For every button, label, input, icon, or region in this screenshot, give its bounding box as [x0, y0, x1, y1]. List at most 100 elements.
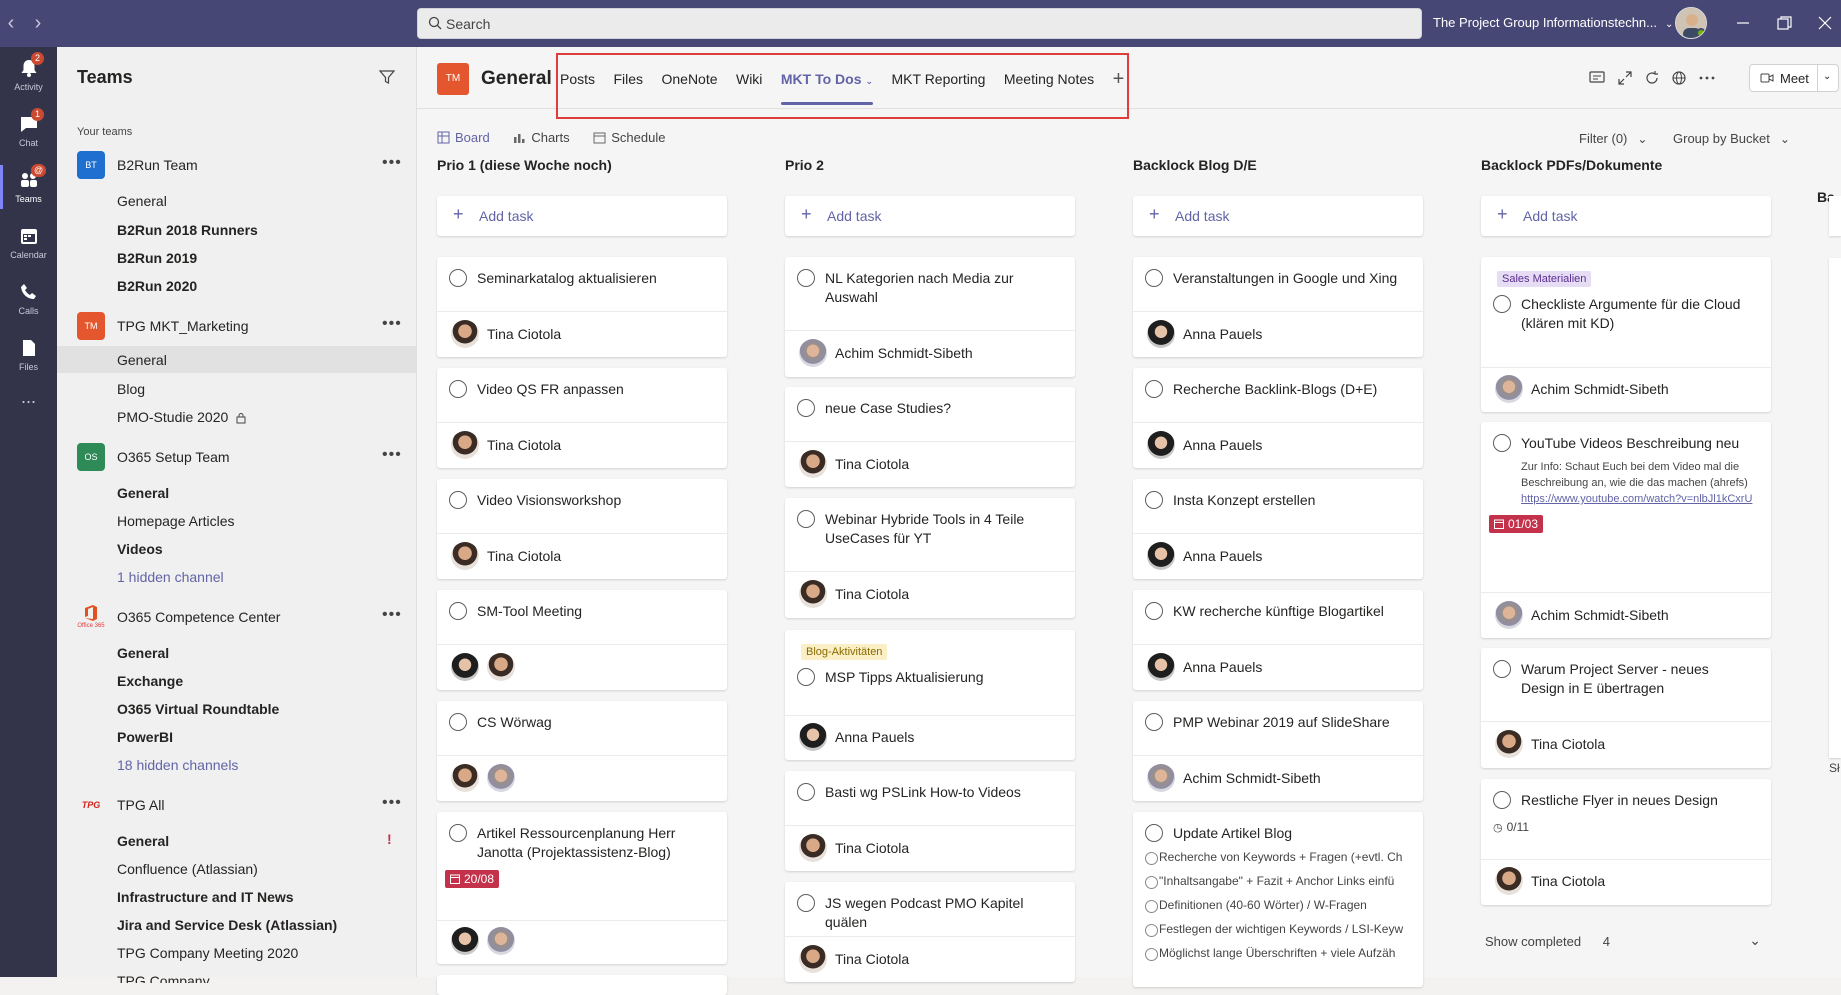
channel-item[interactable]: General: [117, 833, 169, 849]
rail-calls[interactable]: Calls: [0, 271, 57, 327]
complete-task-checkbox[interactable]: [449, 491, 467, 509]
partial-task-card[interactable]: [1829, 258, 1841, 758]
channel-item[interactable]: PMO-Studie 2020: [117, 409, 246, 425]
channel-item[interactable]: General: [117, 485, 169, 501]
task-card[interactable]: [437, 975, 727, 995]
team-o365-setup[interactable]: OS O365 Setup Team •••: [57, 440, 417, 471]
channel-item[interactable]: Blog: [117, 381, 145, 397]
task-card[interactable]: YouTube Videos Beschreibung neu Zur Info…: [1481, 422, 1771, 638]
complete-task-checkbox[interactable]: [1145, 269, 1163, 287]
task-card[interactable]: Basti wg PSLink How-to Videos Tina Cioto…: [785, 771, 1075, 871]
complete-task-checkbox[interactable]: [797, 668, 815, 686]
checklist-item[interactable]: "Inhaltsangabe" + Fazit + Anchor Links e…: [1133, 871, 1423, 895]
task-card[interactable]: Video QS FR anpassen Tina Ciotola: [437, 368, 727, 468]
rail-chat[interactable]: 1 Chat: [0, 103, 57, 159]
more-options-icon[interactable]: •••: [382, 794, 402, 812]
channel-item[interactable]: B2Run 2020: [117, 278, 197, 294]
complete-task-checkbox[interactable]: [1145, 491, 1163, 509]
filter-dropdown[interactable]: Filter (0) ⌄: [1579, 131, 1647, 146]
complete-task-checkbox[interactable]: [1145, 713, 1163, 731]
more-options-icon[interactable]: •••: [382, 606, 402, 624]
checklist-item[interactable]: Möglichst lange Überschriften + viele Au…: [1133, 943, 1423, 967]
channel-item[interactable]: O365 Virtual Roundtable: [117, 701, 279, 717]
view-charts[interactable]: Charts: [513, 130, 570, 145]
task-card[interactable]: Recherche Backlink-Blogs (D+E) Anna Paue…: [1133, 368, 1423, 468]
task-card[interactable]: Insta Konzept erstellen Anna Pauels: [1133, 479, 1423, 579]
complete-task-checkbox[interactable]: [449, 269, 467, 287]
forward-arrow-icon[interactable]: ›: [27, 12, 49, 34]
task-card[interactable]: Video Visionsworkshop Tina Ciotola: [437, 479, 727, 579]
more-options-icon[interactable]: [1697, 68, 1717, 88]
team-o365-competence[interactable]: Office 365 O365 Competence Center •••: [57, 600, 417, 630]
team-b2run[interactable]: BT B2Run Team •••: [57, 148, 417, 179]
filter-icon[interactable]: [379, 69, 395, 85]
conversation-icon[interactable]: [1587, 68, 1607, 88]
team-tpg-mkt[interactable]: TM TPG MKT_Marketing •••: [57, 309, 417, 340]
task-card[interactable]: SM-Tool Meeting: [437, 590, 727, 690]
complete-task-checkbox[interactable]: [797, 399, 815, 417]
channel-item[interactable]: TPG Company: [117, 973, 210, 983]
checklist-checkbox[interactable]: [1145, 876, 1158, 889]
task-card[interactable]: Sales Materialien Checkliste Argumente f…: [1481, 257, 1771, 412]
complete-task-checkbox[interactable]: [449, 824, 467, 842]
checklist-item[interactable]: Festlegen der wichtigen Keywords / LSI-K…: [1133, 919, 1423, 943]
note-link[interactable]: https://www.youtube.com/watch?v=nlbJl1kC…: [1521, 491, 1755, 507]
hidden-channels-link[interactable]: 18 hidden channels: [117, 757, 238, 773]
complete-task-checkbox[interactable]: [1493, 660, 1511, 678]
back-arrow-icon[interactable]: ‹: [0, 12, 22, 34]
task-card[interactable]: Restliche Flyer in neues Design ◷ 0/11 Ti…: [1481, 779, 1771, 905]
complete-task-checkbox[interactable]: [449, 380, 467, 398]
channel-item[interactable]: PowerBI: [117, 729, 173, 745]
task-card[interactable]: NL Kategorien nach Media zur Auswahl Ach…: [785, 257, 1075, 377]
task-card[interactable]: Veranstaltungen in Google und Xing Anna …: [1133, 257, 1423, 357]
view-schedule[interactable]: Schedule: [593, 130, 665, 145]
channel-item[interactable]: Confluence (Atlassian): [117, 861, 258, 877]
rail-files[interactable]: Files: [0, 327, 57, 383]
add-task-button[interactable]: + Add task: [437, 196, 727, 236]
add-task-button[interactable]: + Add task: [1481, 196, 1771, 236]
complete-task-checkbox[interactable]: [1493, 791, 1511, 809]
task-card[interactable]: neue Case Studies? Tina Ciotola: [785, 387, 1075, 487]
search-box[interactable]: Search: [417, 8, 1422, 39]
rail-activity[interactable]: 2 Activity: [0, 47, 57, 103]
complete-task-checkbox[interactable]: [797, 269, 815, 287]
checklist-checkbox[interactable]: [1145, 948, 1158, 961]
channel-item[interactable]: Exchange: [117, 673, 183, 689]
task-card[interactable]: PMP Webinar 2019 auf SlideShare Achim Sc…: [1133, 701, 1423, 801]
complete-task-checkbox[interactable]: [449, 602, 467, 620]
meet-button[interactable]: Meet ⌄: [1749, 64, 1839, 92]
checklist-checkbox[interactable]: [1145, 852, 1158, 865]
partial-add-task[interactable]: [1829, 196, 1841, 236]
channel-item[interactable]: B2Run 2019: [117, 250, 197, 266]
task-card[interactable]: Blog-Aktivitäten MSP Tipps Aktualisierun…: [785, 630, 1075, 760]
add-task-button[interactable]: + Add task: [1133, 196, 1423, 236]
channel-item[interactable]: General: [117, 645, 169, 661]
more-options-icon[interactable]: •••: [382, 315, 402, 333]
task-card[interactable]: CS Wörwag: [437, 701, 727, 801]
checklist-item[interactable]: Definitionen (40-60 Wörter) / W-Fragen: [1133, 895, 1423, 919]
team-tpg-all[interactable]: TPG TPG All •••: [57, 788, 417, 818]
checklist-item[interactable]: Recherche von Keywords + Fragen (+evtl. …: [1133, 847, 1423, 871]
minimize-icon[interactable]: [1732, 12, 1754, 34]
restore-icon[interactable]: [1773, 12, 1795, 34]
task-card[interactable]: JS wegen Podcast PMO Kapitel quälen Tina…: [785, 882, 1075, 982]
channel-item[interactable]: General: [117, 193, 167, 209]
more-options-icon[interactable]: •••: [382, 446, 402, 464]
hidden-channels-link[interactable]: 1 hidden channel: [117, 569, 224, 585]
task-card[interactable]: Webinar Hybride Tools in 4 Teile UseCase…: [785, 498, 1075, 618]
complete-task-checkbox[interactable]: [1145, 602, 1163, 620]
task-card[interactable]: Seminarkatalog aktualisieren Tina Ciotol…: [437, 257, 727, 357]
complete-task-checkbox[interactable]: [797, 783, 815, 801]
org-switcher[interactable]: The Project Group Informationstechn... ⌄: [1433, 15, 1673, 30]
channel-item[interactable]: Videos: [117, 541, 163, 557]
channel-item-selected[interactable]: General: [117, 352, 167, 368]
close-icon[interactable]: [1814, 12, 1836, 34]
complete-task-checkbox[interactable]: [1145, 824, 1163, 842]
channel-item[interactable]: Jira and Service Desk (Atlassian): [117, 917, 337, 933]
refresh-icon[interactable]: [1642, 68, 1662, 88]
channel-item[interactable]: Infrastructure and IT News: [117, 889, 294, 905]
checklist-checkbox[interactable]: [1145, 900, 1158, 913]
expand-icon[interactable]: [1615, 68, 1635, 88]
task-card[interactable]: Warum Project Server - neues Design in E…: [1481, 648, 1771, 768]
complete-task-checkbox[interactable]: [797, 510, 815, 528]
